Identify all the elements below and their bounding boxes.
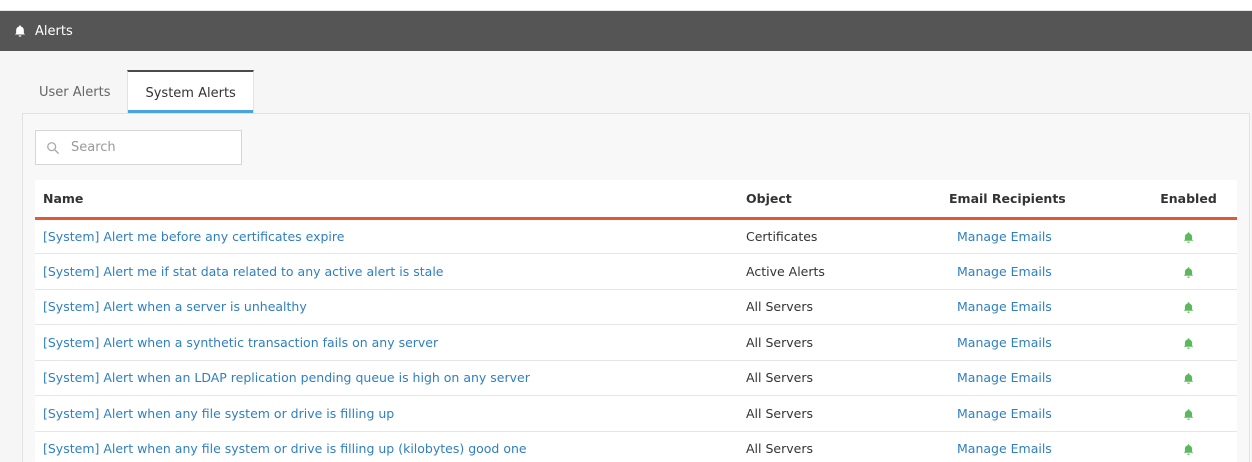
alert-object-cell: All Servers: [746, 441, 813, 457]
enabled-cell: [1140, 396, 1237, 432]
email-recipients-cell: Manage Emails: [941, 218, 1140, 254]
table-row: [System] Alert me before any certificate…: [35, 218, 1237, 254]
email-recipients-cell: Manage Emails: [941, 254, 1140, 290]
alert-tabs: User Alerts System Alerts: [22, 70, 254, 114]
bell-icon[interactable]: [1182, 301, 1195, 314]
title-bar: Alerts: [0, 11, 1252, 51]
page-title: Alerts: [35, 23, 73, 39]
manage-emails-link[interactable]: Manage Emails: [957, 229, 1052, 244]
column-header-email-recipients[interactable]: Email Recipients: [941, 180, 1140, 220]
alert-name-link[interactable]: [System] Alert when an LDAP replication …: [43, 370, 530, 385]
alert-name-link[interactable]: [System] Alert when a server is unhealth…: [43, 299, 307, 314]
column-header-name[interactable]: Name: [35, 180, 738, 220]
alert-object-cell: All Servers: [746, 405, 813, 421]
email-recipients-cell: Manage Emails: [941, 289, 1140, 325]
table-row: [System] Alert when a synthetic transact…: [35, 324, 1237, 361]
table-header-row: Name Object Email Recipients Enabled: [35, 180, 1237, 220]
bell-icon[interactable]: [1182, 266, 1195, 279]
manage-emails-link[interactable]: Manage Emails: [957, 264, 1052, 279]
enabled-cell: [1140, 218, 1237, 254]
alert-name-cell: [System] Alert me before any certificate…: [35, 218, 738, 254]
tab-user-alerts[interactable]: User Alerts: [22, 70, 127, 114]
alert-name-cell: [System] Alert when any file system or d…: [35, 431, 738, 462]
column-header-enabled[interactable]: Enabled: [1140, 180, 1237, 220]
alert-name-link[interactable]: [System] Alert me before any certificate…: [43, 229, 344, 244]
bell-icon[interactable]: [1182, 231, 1195, 244]
alert-name-cell: [System] Alert when a server is unhealth…: [35, 289, 738, 325]
alert-name-link[interactable]: [System] Alert when a synthetic transact…: [43, 335, 438, 350]
bell-icon[interactable]: [1182, 408, 1195, 421]
alert-object-cell: All Servers: [746, 334, 813, 350]
table-row: [System] Alert me if stat data related t…: [35, 253, 1237, 290]
tab-system-alerts[interactable]: System Alerts: [127, 70, 254, 114]
email-recipients-cell: Manage Emails: [941, 325, 1140, 361]
bell-icon[interactable]: [1182, 443, 1195, 456]
enabled-cell: [1140, 360, 1237, 396]
bell-icon: [14, 25, 26, 37]
alert-name-cell: [System] Alert when any file system or d…: [35, 396, 738, 432]
manage-emails-link[interactable]: Manage Emails: [957, 335, 1052, 350]
alert-object-cell: All Servers: [746, 299, 813, 315]
alert-name-link[interactable]: [System] Alert me if stat data related t…: [43, 264, 444, 279]
column-header-object[interactable]: Object: [738, 180, 941, 220]
manage-emails-link[interactable]: Manage Emails: [957, 299, 1052, 314]
alerts-table: Name Object Email Recipients Enabled [Sy…: [35, 180, 1237, 462]
search-input[interactable]: [71, 140, 231, 155]
alert-name-cell: [System] Alert when an LDAP replication …: [35, 360, 738, 396]
alert-object-cell: Active Alerts: [746, 263, 825, 279]
manage-emails-link[interactable]: Manage Emails: [957, 370, 1052, 385]
enabled-cell: [1140, 431, 1237, 462]
bell-icon[interactable]: [1182, 372, 1195, 385]
alert-name-link[interactable]: [System] Alert when any file system or d…: [43, 406, 394, 421]
manage-emails-link[interactable]: Manage Emails: [957, 441, 1052, 456]
search-icon: [47, 141, 59, 154]
email-recipients-cell: Manage Emails: [941, 396, 1140, 432]
enabled-cell: [1140, 289, 1237, 325]
enabled-cell: [1140, 325, 1237, 361]
enabled-cell: [1140, 254, 1237, 290]
alert-object-cell: All Servers: [746, 370, 813, 386]
top-strip: [0, 0, 1252, 11]
alert-name-link[interactable]: [System] Alert when any file system or d…: [43, 441, 527, 456]
table-row: [System] Alert when a server is unhealth…: [35, 289, 1237, 325]
table-row: [System] Alert when any file system or d…: [35, 431, 1237, 462]
alert-name-cell: [System] Alert when a synthetic transact…: [35, 325, 738, 361]
alert-name-cell: [System] Alert me if stat data related t…: [35, 254, 738, 290]
bell-icon[interactable]: [1182, 337, 1195, 350]
email-recipients-cell: Manage Emails: [941, 431, 1140, 462]
search-box[interactable]: [35, 130, 242, 165]
email-recipients-cell: Manage Emails: [941, 360, 1140, 396]
table-row: [System] Alert when any file system or d…: [35, 395, 1237, 432]
alerts-panel: Name Object Email Recipients Enabled [Sy…: [22, 113, 1250, 462]
table-row: [System] Alert when an LDAP replication …: [35, 360, 1237, 396]
manage-emails-link[interactable]: Manage Emails: [957, 406, 1052, 421]
alert-object-cell: Certificates: [746, 228, 818, 244]
